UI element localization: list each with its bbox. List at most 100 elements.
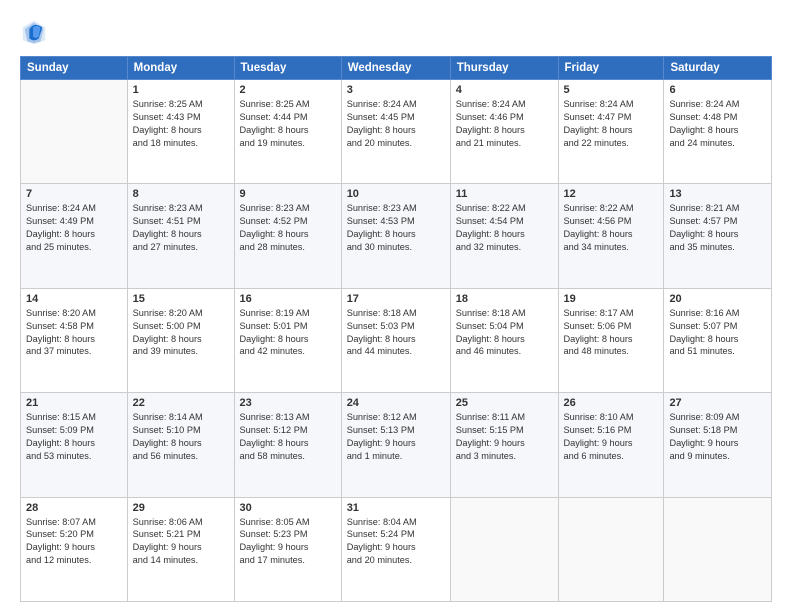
page: SundayMondayTuesdayWednesdayThursdayFrid… <box>0 0 792 612</box>
day-info: Sunrise: 8:23 AM Sunset: 4:52 PM Dayligh… <box>240 202 336 254</box>
day-number: 28 <box>26 502 122 514</box>
day-info: Sunrise: 8:05 AM Sunset: 5:23 PM Dayligh… <box>240 516 336 568</box>
day-info: Sunrise: 8:04 AM Sunset: 5:24 PM Dayligh… <box>347 516 445 568</box>
day-number: 26 <box>564 397 659 409</box>
day-info: Sunrise: 8:24 AM Sunset: 4:49 PM Dayligh… <box>26 202 122 254</box>
calendar-cell: 23 Sunrise: 8:13 AM Sunset: 5:12 PM Dayli… <box>234 393 341 497</box>
day-number: 7 <box>26 188 122 200</box>
calendar-cell: 28 Sunrise: 8:07 AM Sunset: 5:20 PM Dayli… <box>21 497 128 601</box>
calendar-cell: 1 Sunrise: 8:25 AM Sunset: 4:43 PM Daylig… <box>127 80 234 184</box>
day-number: 27 <box>669 397 766 409</box>
day-number: 17 <box>347 293 445 305</box>
calendar-cell: 5 Sunrise: 8:24 AM Sunset: 4:47 PM Daylig… <box>558 80 664 184</box>
day-number: 20 <box>669 293 766 305</box>
calendar-cell: 8 Sunrise: 8:23 AM Sunset: 4:51 PM Daylig… <box>127 184 234 288</box>
day-info: Sunrise: 8:09 AM Sunset: 5:18 PM Dayligh… <box>669 411 766 463</box>
calendar-cell: 24Sunrise: 8:12 AM Sunset: 5:13 PM Dayli… <box>341 393 450 497</box>
calendar-table: SundayMondayTuesdayWednesdayThursdayFrid… <box>20 56 772 602</box>
calendar-cell: 31 Sunrise: 8:04 AM Sunset: 5:24 PM Dayli… <box>341 497 450 601</box>
day-info: Sunrise: 8:23 AM Sunset: 4:51 PM Dayligh… <box>133 202 229 254</box>
day-info: Sunrise: 8:24 AM Sunset: 4:47 PM Dayligh… <box>564 98 659 150</box>
week-row-1: 1 Sunrise: 8:25 AM Sunset: 4:43 PM Daylig… <box>21 80 772 184</box>
header <box>20 18 772 46</box>
calendar-cell: 2 Sunrise: 8:25 AM Sunset: 4:44 PM Daylig… <box>234 80 341 184</box>
calendar-cell: 17 Sunrise: 8:18 AM Sunset: 5:03 PM Dayli… <box>341 288 450 392</box>
day-number: 4 <box>456 84 553 96</box>
day-number: 3 <box>347 84 445 96</box>
day-number: 14 <box>26 293 122 305</box>
calendar-cell: 16 Sunrise: 8:19 AM Sunset: 5:01 PM Dayli… <box>234 288 341 392</box>
calendar-cell: 14 Sunrise: 8:20 AM Sunset: 4:58 PM Dayli… <box>21 288 128 392</box>
calendar-cell: 18 Sunrise: 8:18 AM Sunset: 5:04 PM Dayli… <box>450 288 558 392</box>
calendar-cell: 25 Sunrise: 8:11 AM Sunset: 5:15 PM Dayli… <box>450 393 558 497</box>
calendar-cell: 30 Sunrise: 8:05 AM Sunset: 5:23 PM Dayli… <box>234 497 341 601</box>
day-number: 1 <box>133 84 229 96</box>
calendar-cell: 9 Sunrise: 8:23 AM Sunset: 4:52 PM Daylig… <box>234 184 341 288</box>
week-row-2: 7 Sunrise: 8:24 AM Sunset: 4:49 PM Daylig… <box>21 184 772 288</box>
day-number: 18 <box>456 293 553 305</box>
day-number: 19 <box>564 293 659 305</box>
calendar-cell: 11Sunrise: 8:22 AM Sunset: 4:54 PM Dayli… <box>450 184 558 288</box>
day-info: Sunrise: 8:15 AM Sunset: 5:09 PM Dayligh… <box>26 411 122 463</box>
day-number: 6 <box>669 84 766 96</box>
week-row-4: 21 Sunrise: 8:15 AM Sunset: 5:09 PM Dayli… <box>21 393 772 497</box>
day-info: Sunrise: 8:18 AM Sunset: 5:04 PM Dayligh… <box>456 307 553 359</box>
day-info: Sunrise: 8:20 AM Sunset: 5:00 PM Dayligh… <box>133 307 229 359</box>
day-number: 22 <box>133 397 229 409</box>
day-info: Sunrise: 8:23 AM Sunset: 4:53 PM Dayligh… <box>347 202 445 254</box>
day-number: 16 <box>240 293 336 305</box>
day-number: 2 <box>240 84 336 96</box>
day-number: 10 <box>347 188 445 200</box>
calendar-cell: 19 Sunrise: 8:17 AM Sunset: 5:06 PM Dayli… <box>558 288 664 392</box>
day-number: 29 <box>133 502 229 514</box>
column-header-row: SundayMondayTuesdayWednesdayThursdayFrid… <box>21 57 772 80</box>
col-header-thursday: Thursday <box>450 57 558 80</box>
day-info: Sunrise: 8:14 AM Sunset: 5:10 PM Dayligh… <box>133 411 229 463</box>
calendar-cell: 6Sunrise: 8:24 AM Sunset: 4:48 PM Daylig… <box>664 80 772 184</box>
day-number: 21 <box>26 397 122 409</box>
day-info: Sunrise: 8:19 AM Sunset: 5:01 PM Dayligh… <box>240 307 336 359</box>
day-info: Sunrise: 8:16 AM Sunset: 5:07 PM Dayligh… <box>669 307 766 359</box>
day-number: 8 <box>133 188 229 200</box>
day-number: 31 <box>347 502 445 514</box>
day-info: Sunrise: 8:06 AM Sunset: 5:21 PM Dayligh… <box>133 516 229 568</box>
day-number: 25 <box>456 397 553 409</box>
day-number: 30 <box>240 502 336 514</box>
calendar-cell: 22 Sunrise: 8:14 AM Sunset: 5:10 PM Dayli… <box>127 393 234 497</box>
calendar-cell: 4Sunrise: 8:24 AM Sunset: 4:46 PM Daylig… <box>450 80 558 184</box>
day-info: Sunrise: 8:07 AM Sunset: 5:20 PM Dayligh… <box>26 516 122 568</box>
calendar-cell: 21 Sunrise: 8:15 AM Sunset: 5:09 PM Dayli… <box>21 393 128 497</box>
calendar-cell: 27 Sunrise: 8:09 AM Sunset: 5:18 PM Dayli… <box>664 393 772 497</box>
day-number: 15 <box>133 293 229 305</box>
logo <box>20 18 52 46</box>
day-info: Sunrise: 8:13 AM Sunset: 5:12 PM Dayligh… <box>240 411 336 463</box>
calendar-cell: 15 Sunrise: 8:20 AM Sunset: 5:00 PM Dayli… <box>127 288 234 392</box>
day-number: 9 <box>240 188 336 200</box>
logo-icon <box>20 18 48 46</box>
day-info: Sunrise: 8:24 AM Sunset: 4:45 PM Dayligh… <box>347 98 445 150</box>
day-info: Sunrise: 8:25 AM Sunset: 4:43 PM Dayligh… <box>133 98 229 150</box>
calendar-cell: 10 Sunrise: 8:23 AM Sunset: 4:53 PM Dayli… <box>341 184 450 288</box>
calendar-cell: 26 Sunrise: 8:10 AM Sunset: 5:16 PM Dayli… <box>558 393 664 497</box>
day-info: Sunrise: 8:17 AM Sunset: 5:06 PM Dayligh… <box>564 307 659 359</box>
day-info: Sunrise: 8:21 AM Sunset: 4:57 PM Dayligh… <box>669 202 766 254</box>
calendar-cell <box>664 497 772 601</box>
calendar-cell: 3 Sunrise: 8:24 AM Sunset: 4:45 PM Daylig… <box>341 80 450 184</box>
day-number: 13 <box>669 188 766 200</box>
day-number: 23 <box>240 397 336 409</box>
calendar-cell: 20 Sunrise: 8:16 AM Sunset: 5:07 PM Dayli… <box>664 288 772 392</box>
col-header-friday: Friday <box>558 57 664 80</box>
col-header-tuesday: Tuesday <box>234 57 341 80</box>
day-info: Sunrise: 8:22 AM Sunset: 4:56 PM Dayligh… <box>564 202 659 254</box>
day-info: Sunrise: 8:20 AM Sunset: 4:58 PM Dayligh… <box>26 307 122 359</box>
day-info: Sunrise: 8:11 AM Sunset: 5:15 PM Dayligh… <box>456 411 553 463</box>
day-info: Sunrise: 8:22 AM Sunset: 4:54 PM Dayligh… <box>456 202 553 254</box>
day-info: Sunrise: 8:10 AM Sunset: 5:16 PM Dayligh… <box>564 411 659 463</box>
day-number: 5 <box>564 84 659 96</box>
calendar-cell: 7 Sunrise: 8:24 AM Sunset: 4:49 PM Daylig… <box>21 184 128 288</box>
day-info: Sunrise: 8:18 AM Sunset: 5:03 PM Dayligh… <box>347 307 445 359</box>
calendar-cell <box>21 80 128 184</box>
col-header-saturday: Saturday <box>664 57 772 80</box>
day-info: Sunrise: 8:25 AM Sunset: 4:44 PM Dayligh… <box>240 98 336 150</box>
calendar-cell <box>450 497 558 601</box>
